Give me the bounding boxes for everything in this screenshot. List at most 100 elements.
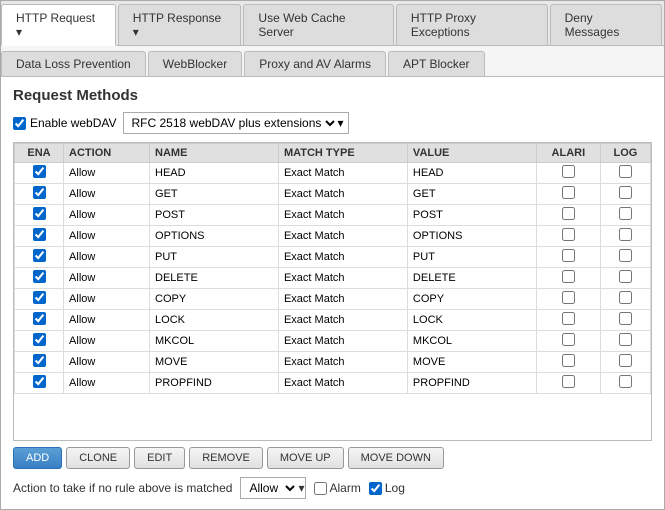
- row-log-2[interactable]: [600, 205, 650, 226]
- row-alarm-6[interactable]: [536, 289, 600, 310]
- row-value-3: OPTIONS: [407, 226, 536, 247]
- row-log-0[interactable]: [600, 163, 650, 184]
- webdav-checkbox[interactable]: [13, 117, 26, 130]
- alarm-checkbox-9[interactable]: [562, 354, 575, 367]
- log-checkbox-7[interactable]: [619, 312, 632, 325]
- row-log-7[interactable]: [600, 310, 650, 331]
- enabled-checkbox-10[interactable]: [33, 375, 46, 388]
- tab-web-cache[interactable]: Use Web Cache Server: [243, 4, 393, 45]
- enabled-checkbox-5[interactable]: [33, 270, 46, 283]
- table-row: Allow POST Exact Match POST: [15, 205, 651, 226]
- alarm-checkbox-label[interactable]: Alarm: [314, 481, 361, 495]
- row-alarm-5[interactable]: [536, 268, 600, 289]
- log-checkbox-4[interactable]: [619, 249, 632, 262]
- col-header-value: VALUE: [407, 144, 536, 163]
- enabled-checkbox-2[interactable]: [33, 207, 46, 220]
- row-enabled-3[interactable]: [15, 226, 64, 247]
- alarm-checkbox-3[interactable]: [562, 228, 575, 241]
- row-enabled-5[interactable]: [15, 268, 64, 289]
- enabled-checkbox-1[interactable]: [33, 186, 46, 199]
- enabled-checkbox-0[interactable]: [33, 165, 46, 178]
- row-log-9[interactable]: [600, 352, 650, 373]
- log-checkbox-0[interactable]: [619, 165, 632, 178]
- row-enabled-7[interactable]: [15, 310, 64, 331]
- tab-deny-messages[interactable]: Deny Messages: [550, 4, 662, 45]
- log-checkbox-5[interactable]: [619, 270, 632, 283]
- tab-data-loss[interactable]: Data Loss Prevention: [1, 51, 146, 76]
- clone-button[interactable]: CLONE: [66, 447, 130, 469]
- alarm-checkbox-8[interactable]: [562, 333, 575, 346]
- alarm-checkbox-6[interactable]: [562, 291, 575, 304]
- row-alarm-8[interactable]: [536, 331, 600, 352]
- webdav-select[interactable]: RFC 2518 webDAV plus extensions RFC 4918…: [128, 115, 338, 131]
- row-log-1[interactable]: [600, 184, 650, 205]
- log-checkbox-label[interactable]: Log: [369, 481, 405, 495]
- remove-button[interactable]: REMOVE: [189, 447, 263, 469]
- tab-apt-blocker[interactable]: APT Blocker: [388, 51, 484, 76]
- row-alarm-0[interactable]: [536, 163, 600, 184]
- action-select-container[interactable]: Allow Deny ▾: [240, 477, 305, 499]
- tab-webblocker[interactable]: WebBlocker: [148, 51, 242, 76]
- rules-table-container[interactable]: ENA ACTION NAME MATCH TYPE VALUE ALARI L…: [13, 142, 652, 441]
- alarm-checkbox-0[interactable]: [562, 165, 575, 178]
- row-enabled-9[interactable]: [15, 352, 64, 373]
- alarm-checkbox-1[interactable]: [562, 186, 575, 199]
- row-action-7: Allow: [64, 310, 150, 331]
- alarm-checkbox-4[interactable]: [562, 249, 575, 262]
- enabled-checkbox-6[interactable]: [33, 291, 46, 304]
- alarm-checkbox-2[interactable]: [562, 207, 575, 220]
- row-enabled-6[interactable]: [15, 289, 64, 310]
- enabled-checkbox-8[interactable]: [33, 333, 46, 346]
- webdav-checkbox-label[interactable]: Enable webDAV: [13, 116, 117, 130]
- row-enabled-1[interactable]: [15, 184, 64, 205]
- move-up-button[interactable]: MOVE UP: [267, 447, 344, 469]
- add-button[interactable]: ADD: [13, 447, 62, 469]
- enabled-checkbox-3[interactable]: [33, 228, 46, 241]
- edit-button[interactable]: EDIT: [134, 447, 185, 469]
- log-checkbox-6[interactable]: [619, 291, 632, 304]
- row-enabled-2[interactable]: [15, 205, 64, 226]
- log-checkbox-2[interactable]: [619, 207, 632, 220]
- row-enabled-8[interactable]: [15, 331, 64, 352]
- row-enabled-10[interactable]: [15, 373, 64, 394]
- log-checkbox-10[interactable]: [619, 375, 632, 388]
- row-alarm-2[interactable]: [536, 205, 600, 226]
- row-name-4: PUT: [150, 247, 279, 268]
- webdav-select-container[interactable]: RFC 2518 webDAV plus extensions RFC 4918…: [123, 112, 349, 134]
- row-log-4[interactable]: [600, 247, 650, 268]
- row-log-8[interactable]: [600, 331, 650, 352]
- enabled-checkbox-7[interactable]: [33, 312, 46, 325]
- row-alarm-1[interactable]: [536, 184, 600, 205]
- row-log-6[interactable]: [600, 289, 650, 310]
- row-alarm-10[interactable]: [536, 373, 600, 394]
- row-alarm-4[interactable]: [536, 247, 600, 268]
- enabled-checkbox-9[interactable]: [33, 354, 46, 367]
- row-enabled-4[interactable]: [15, 247, 64, 268]
- log-checkbox[interactable]: [369, 482, 382, 495]
- alarm-checkbox-5[interactable]: [562, 270, 575, 283]
- log-label: Log: [385, 481, 405, 495]
- row-log-3[interactable]: [600, 226, 650, 247]
- alarm-checkbox-7[interactable]: [562, 312, 575, 325]
- log-checkbox-3[interactable]: [619, 228, 632, 241]
- tab-http-request[interactable]: HTTP Request ▾: [1, 4, 116, 46]
- enabled-checkbox-4[interactable]: [33, 249, 46, 262]
- tab-proxy-av[interactable]: Proxy and AV Alarms: [244, 51, 386, 76]
- table-body: Allow HEAD Exact Match HEAD Allow GET Ex…: [15, 163, 651, 394]
- log-checkbox-8[interactable]: [619, 333, 632, 346]
- row-alarm-9[interactable]: [536, 352, 600, 373]
- row-log-10[interactable]: [600, 373, 650, 394]
- row-alarm-7[interactable]: [536, 310, 600, 331]
- tab-proxy-exceptions[interactable]: HTTP Proxy Exceptions: [396, 4, 548, 45]
- action-select[interactable]: Allow Deny: [241, 478, 298, 498]
- row-enabled-0[interactable]: [15, 163, 64, 184]
- log-checkbox-1[interactable]: [619, 186, 632, 199]
- row-action-4: Allow: [64, 247, 150, 268]
- tab-http-response[interactable]: HTTP Response ▾: [118, 4, 242, 45]
- row-alarm-3[interactable]: [536, 226, 600, 247]
- move-down-button[interactable]: MOVE DOWN: [348, 447, 444, 469]
- alarm-checkbox[interactable]: [314, 482, 327, 495]
- row-log-5[interactable]: [600, 268, 650, 289]
- log-checkbox-9[interactable]: [619, 354, 632, 367]
- alarm-checkbox-10[interactable]: [562, 375, 575, 388]
